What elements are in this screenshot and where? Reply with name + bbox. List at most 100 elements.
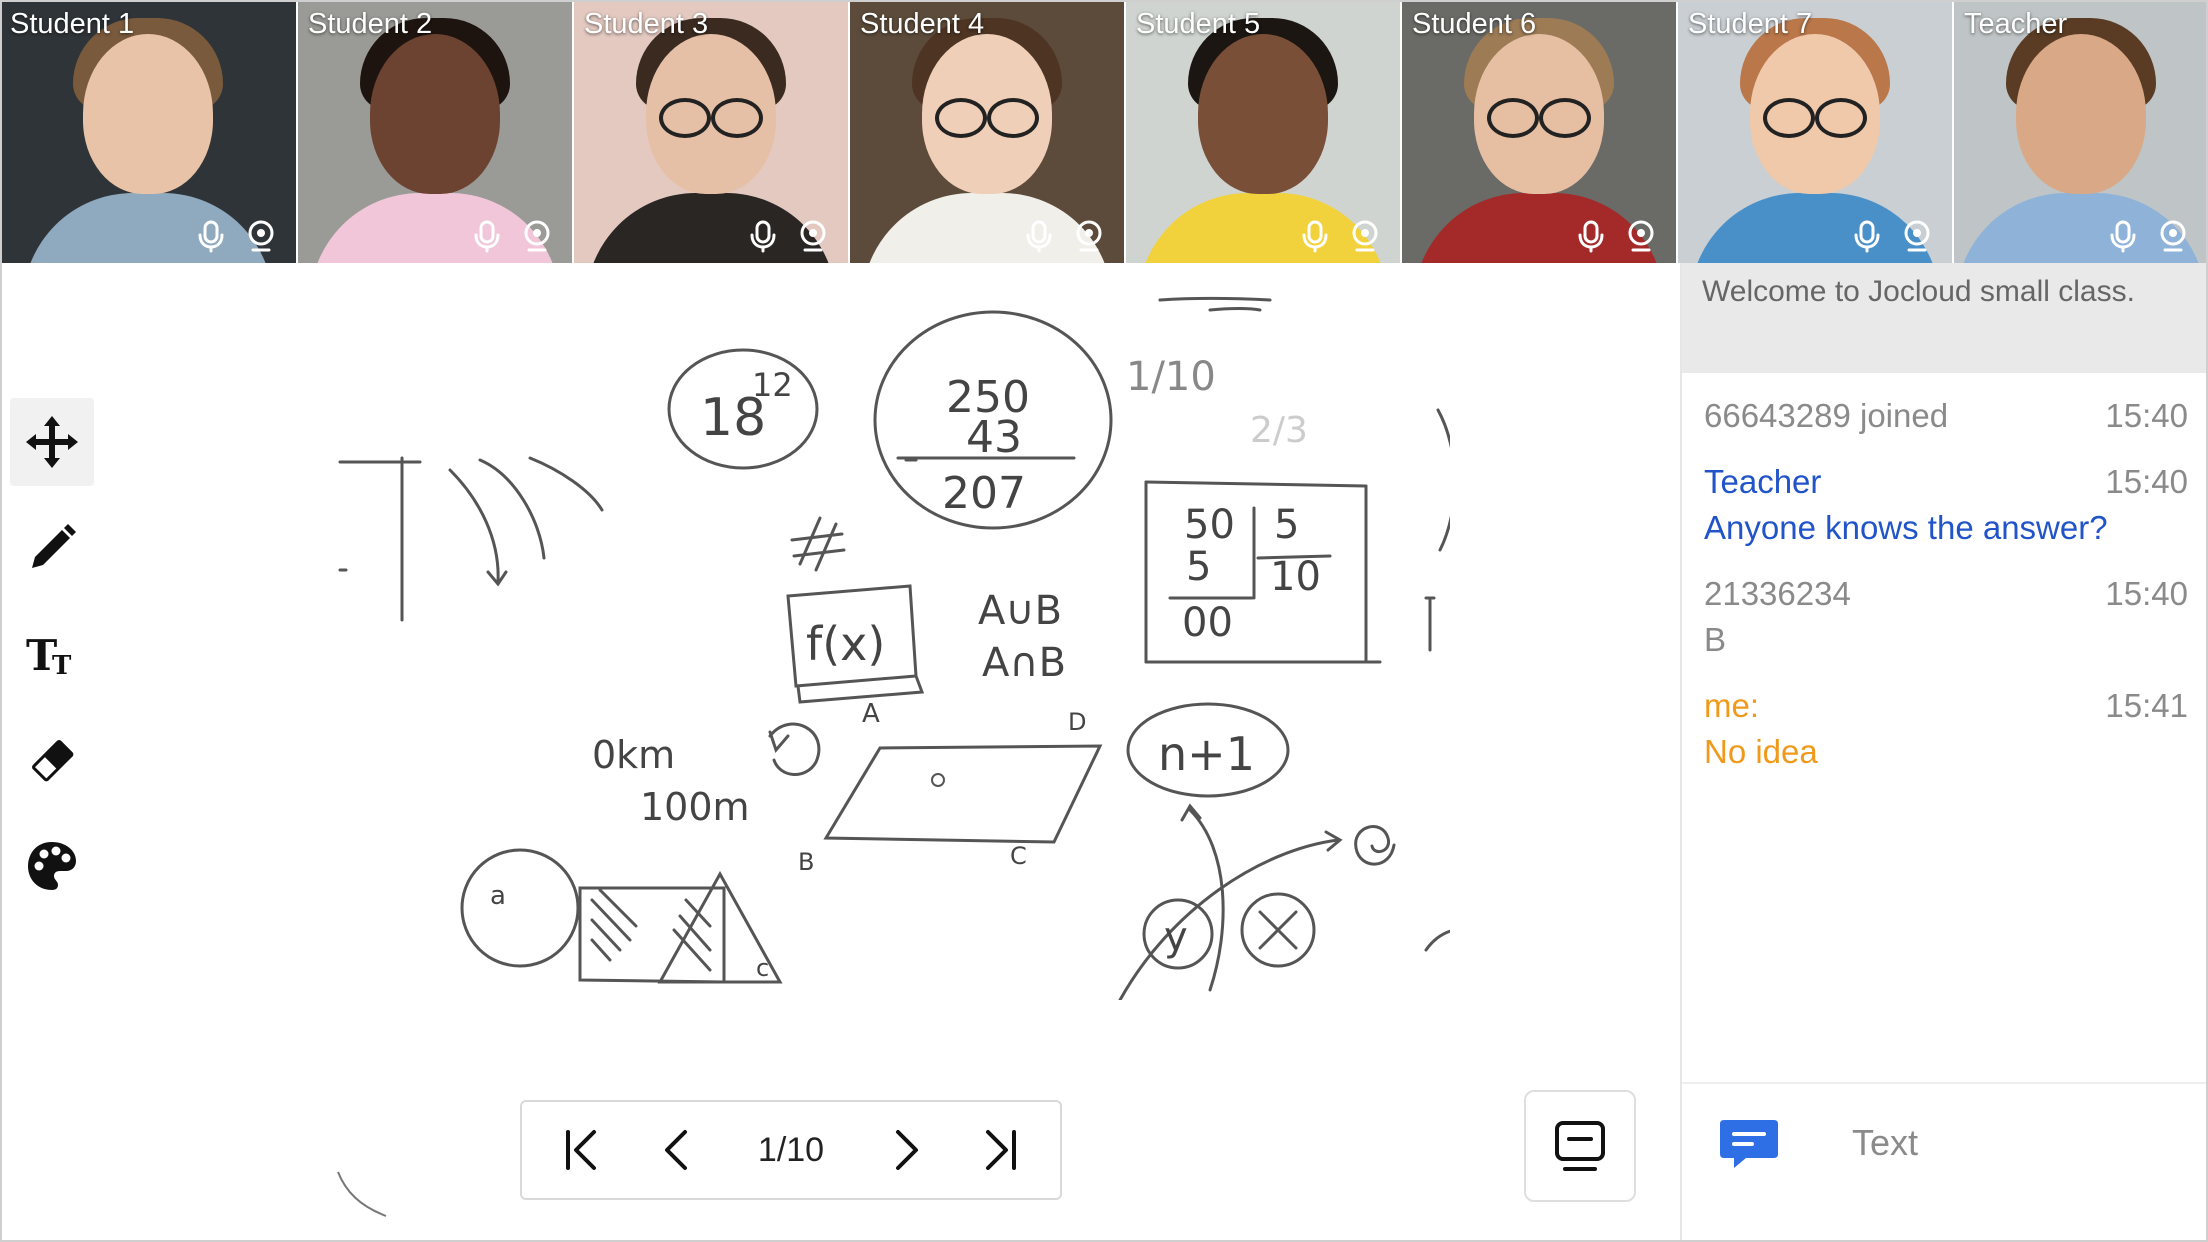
participant-name: Student 7: [1688, 8, 1813, 40]
microphone-icon[interactable]: [2106, 219, 2140, 253]
wb-text-5b: 5: [1186, 544, 1211, 590]
message-time: 15:40: [2105, 397, 2188, 434]
next-page-button[interactable]: [876, 1120, 936, 1180]
svg-text:T: T: [52, 651, 72, 681]
participant-glasses: [1763, 98, 1867, 138]
palette-icon: [28, 842, 76, 890]
camera-icon[interactable]: [796, 219, 830, 253]
wb-text-2-3: 2/3: [1250, 410, 1308, 451]
participant-face: [83, 34, 213, 194]
wb-text-fx: f(x): [806, 617, 885, 671]
participant-glasses: [935, 98, 1039, 138]
screen-share-button[interactable]: [1524, 1090, 1636, 1202]
wb-text-12: 12: [752, 366, 793, 404]
previous-page-button[interactable]: [647, 1120, 707, 1180]
camera-icon[interactable]: [1900, 219, 1934, 253]
video-tile[interactable]: Student 2: [298, 0, 574, 263]
chat-message: Teacher 15:40 Anyone knows the answer?: [1704, 459, 2188, 551]
screen-icon: [1555, 1121, 1605, 1171]
wb-text-1-10: 1/10: [1126, 354, 1216, 400]
message-text: No idea: [1704, 733, 1818, 770]
microphone-icon[interactable]: [1574, 219, 1608, 253]
video-tile[interactable]: Student 4: [850, 0, 1126, 263]
chat-panel: Welcome to Jocloud small class. 66643289…: [1680, 263, 2208, 1242]
text-icon: T T: [26, 631, 72, 681]
microphone-icon[interactable]: [194, 219, 228, 253]
chat-input-bar[interactable]: Text: [1682, 1082, 2208, 1202]
eraser-icon: [32, 740, 74, 782]
camera-icon[interactable]: [244, 219, 278, 253]
wb-text-207: 207: [942, 468, 1026, 519]
last-page-button[interactable]: [970, 1120, 1030, 1180]
video-tile[interactable]: Student 5: [1126, 0, 1402, 263]
wb-text-43: 43: [966, 412, 1022, 463]
whiteboard-canvas[interactable]: 18 12 250 43 207 1/10 2/3 50 5 5 10 00 f…: [330, 290, 1482, 1002]
last-page-icon: [986, 1130, 1016, 1170]
wb-text-a: a: [490, 881, 506, 911]
participant-name: Student 4: [860, 8, 985, 40]
video-tile[interactable]: Student 3: [574, 0, 850, 263]
video-strip: Student 1 Student 2 Student 3 Student 4 Stud…: [0, 0, 2208, 263]
message-sender: 21336234: [1704, 575, 1851, 612]
wb-text-10: 10: [1270, 554, 1321, 600]
participant-face: [2016, 34, 2146, 194]
participant-name: Student 1: [10, 8, 135, 40]
message-time: 15:40: [2105, 463, 2188, 500]
camera-icon[interactable]: [1348, 219, 1382, 253]
message-sender: me:: [1704, 687, 1760, 724]
video-tile[interactable]: Student 7: [1678, 0, 1954, 263]
chat-message: 21336234 15:40 B: [1704, 571, 2188, 663]
microphone-icon[interactable]: [1298, 219, 1332, 253]
chat-message: 66643289 joined 15:40: [1704, 393, 2188, 439]
message-sender: 66643289 joined: [1704, 397, 1949, 434]
chevron-left-icon: [664, 1130, 687, 1170]
text-tool-button[interactable]: T T: [10, 610, 94, 698]
chat-input-placeholder[interactable]: Text: [1852, 1122, 1918, 1164]
chat-message-list: 66643289 joined 15:40 Teacher 15:40 Anyo…: [1682, 373, 2208, 775]
video-tile[interactable]: Student 6: [1402, 0, 1678, 263]
microphone-icon[interactable]: [746, 219, 780, 253]
wb-text-50: 50: [1184, 502, 1235, 548]
participant-name: Student 2: [308, 8, 433, 40]
message-time: 15:40: [2105, 575, 2188, 612]
move-tool-button[interactable]: [10, 398, 94, 486]
wb-text-0km: 0km: [592, 733, 675, 777]
wb-text-5a: 5: [1274, 502, 1299, 548]
participant-face: [370, 34, 500, 194]
video-tile[interactable]: Teacher: [1954, 0, 2208, 263]
first-page-button[interactable]: [552, 1120, 612, 1180]
message-text: Anyone knows the answer?: [1704, 509, 2108, 546]
chat-bubble-icon[interactable]: [1716, 1110, 1782, 1176]
participant-name: Teacher: [1964, 8, 2068, 40]
wb-text-C: C: [1010, 842, 1027, 870]
page-navigator: 1/10: [520, 1100, 1062, 1200]
page-indicator: 1/10: [757, 1130, 825, 1169]
color-tool-button[interactable]: [10, 822, 94, 910]
chat-announcement: Welcome to Jocloud small class.: [1682, 263, 2208, 373]
video-tile[interactable]: Student 1: [0, 0, 298, 263]
camera-icon[interactable]: [1072, 219, 1106, 253]
participant-name: Student 6: [1412, 8, 1537, 40]
eraser-tool-button[interactable]: [10, 716, 94, 804]
chevron-right-icon: [895, 1130, 918, 1170]
message-time: 15:41: [2105, 687, 2188, 724]
whiteboard-corner-mark: [337, 1171, 387, 1217]
camera-icon[interactable]: [520, 219, 554, 253]
wb-text-anb: A∩B: [982, 640, 1066, 686]
pencil-icon: [32, 524, 76, 568]
wb-text-n1: n+1: [1158, 727, 1255, 781]
camera-icon[interactable]: [2156, 219, 2190, 253]
microphone-icon[interactable]: [1850, 219, 1884, 253]
message-sender: Teacher: [1704, 463, 1822, 500]
microphone-icon[interactable]: [470, 219, 504, 253]
message-text: B: [1704, 621, 1727, 658]
camera-icon[interactable]: [1624, 219, 1658, 253]
pen-tool-button[interactable]: [10, 504, 94, 592]
participant-face: [1198, 34, 1328, 194]
participant-name: Student 5: [1136, 8, 1261, 40]
whiteboard-drawing: 18 12 250 43 207 1/10 2/3 50 5 5 10 00 f…: [338, 297, 1482, 1002]
first-page-icon: [566, 1130, 596, 1170]
move-icon: [26, 416, 78, 468]
microphone-icon[interactable]: [1022, 219, 1056, 253]
wb-text-B: B: [798, 848, 814, 876]
